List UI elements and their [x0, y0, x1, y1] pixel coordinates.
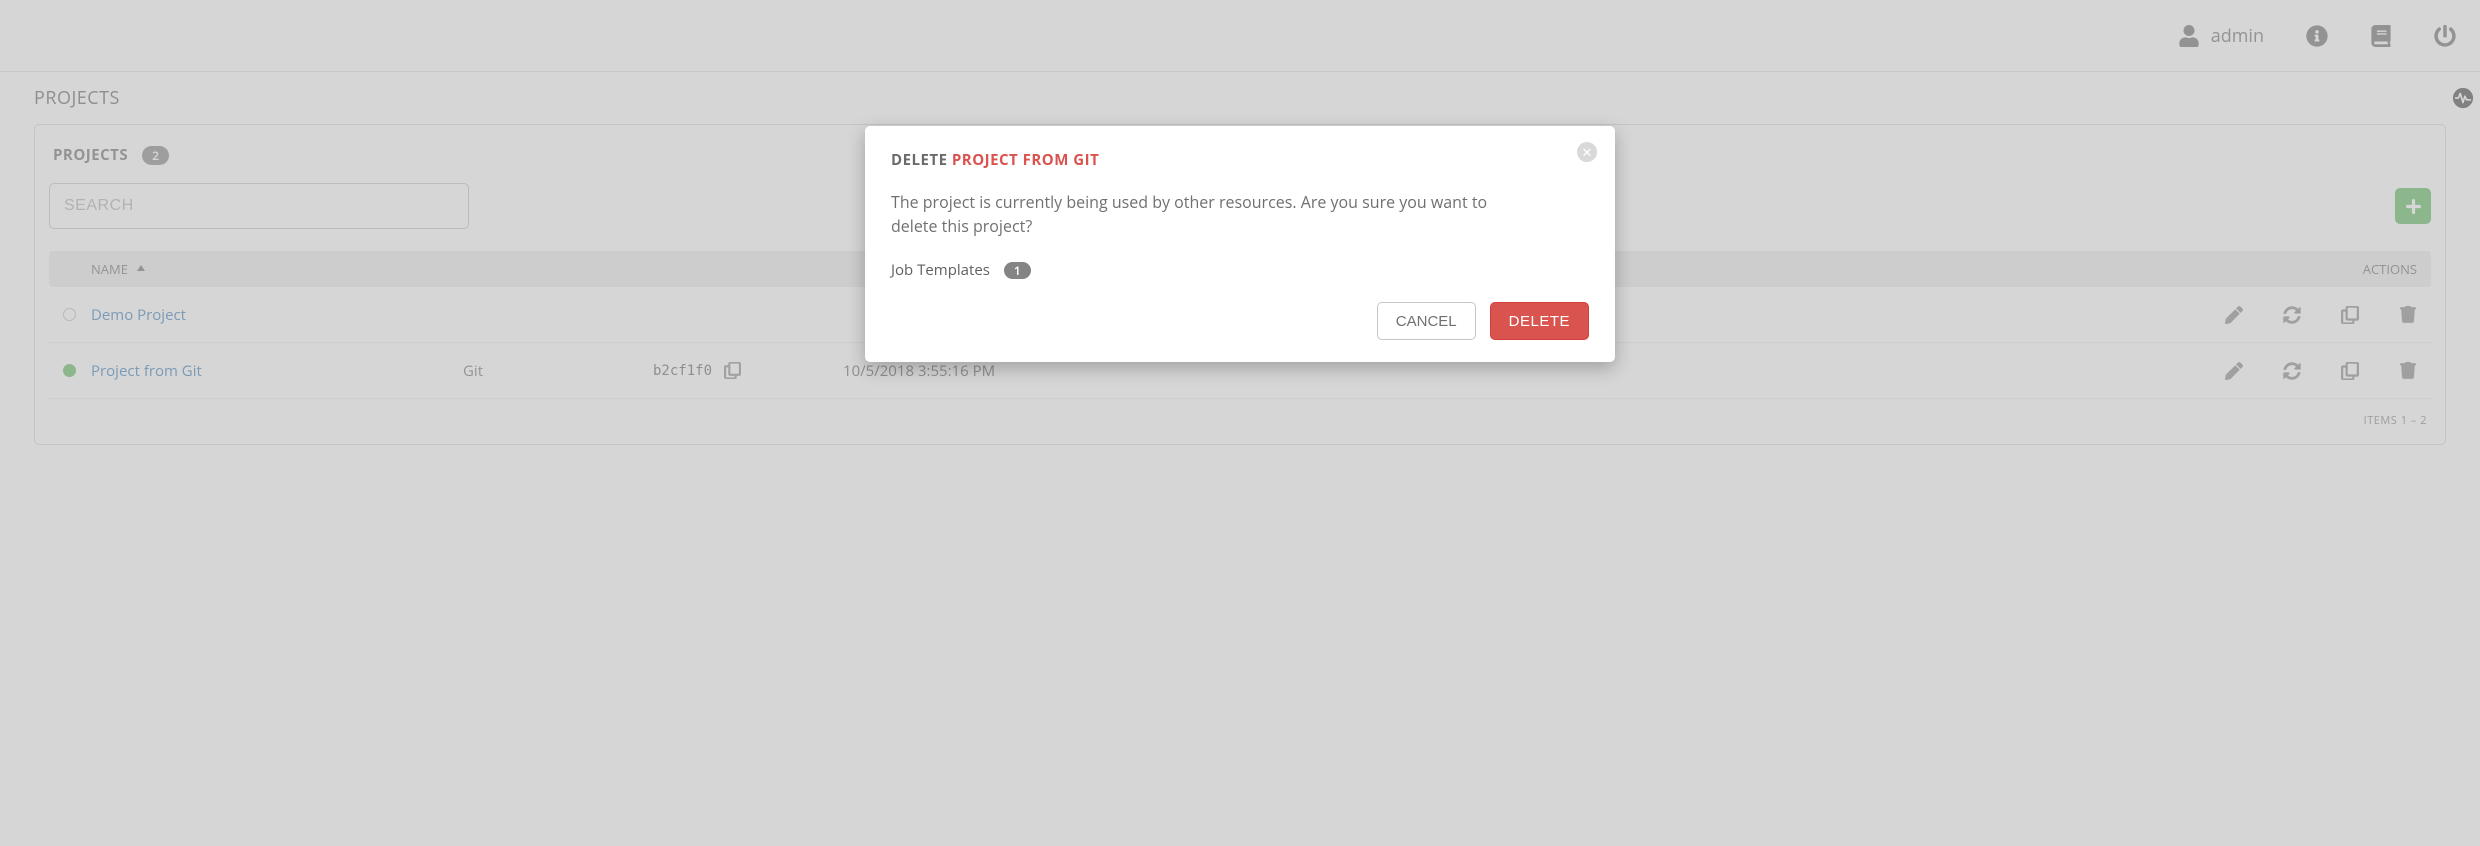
modal-title: DELETE PROJECT FROM GIT: [891, 150, 1589, 170]
modal-title-target: PROJECT FROM GIT: [952, 150, 1099, 170]
confirm-delete-button[interactable]: DELETE: [1490, 302, 1589, 340]
modal-title-prefix: DELETE: [891, 150, 952, 170]
close-button[interactable]: ✕: [1577, 142, 1597, 162]
dependency-row: Job Templates 1: [891, 260, 1589, 280]
dependency-label: Job Templates: [891, 260, 990, 280]
modal-message: The project is currently being used by o…: [891, 190, 1531, 238]
modal-actions: CANCEL DELETE: [891, 302, 1589, 340]
cancel-button[interactable]: CANCEL: [1377, 302, 1476, 340]
modal-backdrop[interactable]: ✕ DELETE PROJECT FROM GIT The project is…: [0, 0, 2480, 846]
dependency-count-badge: 1: [1004, 262, 1031, 279]
close-icon: ✕: [1582, 146, 1593, 159]
delete-confirm-modal: ✕ DELETE PROJECT FROM GIT The project is…: [865, 126, 1615, 362]
